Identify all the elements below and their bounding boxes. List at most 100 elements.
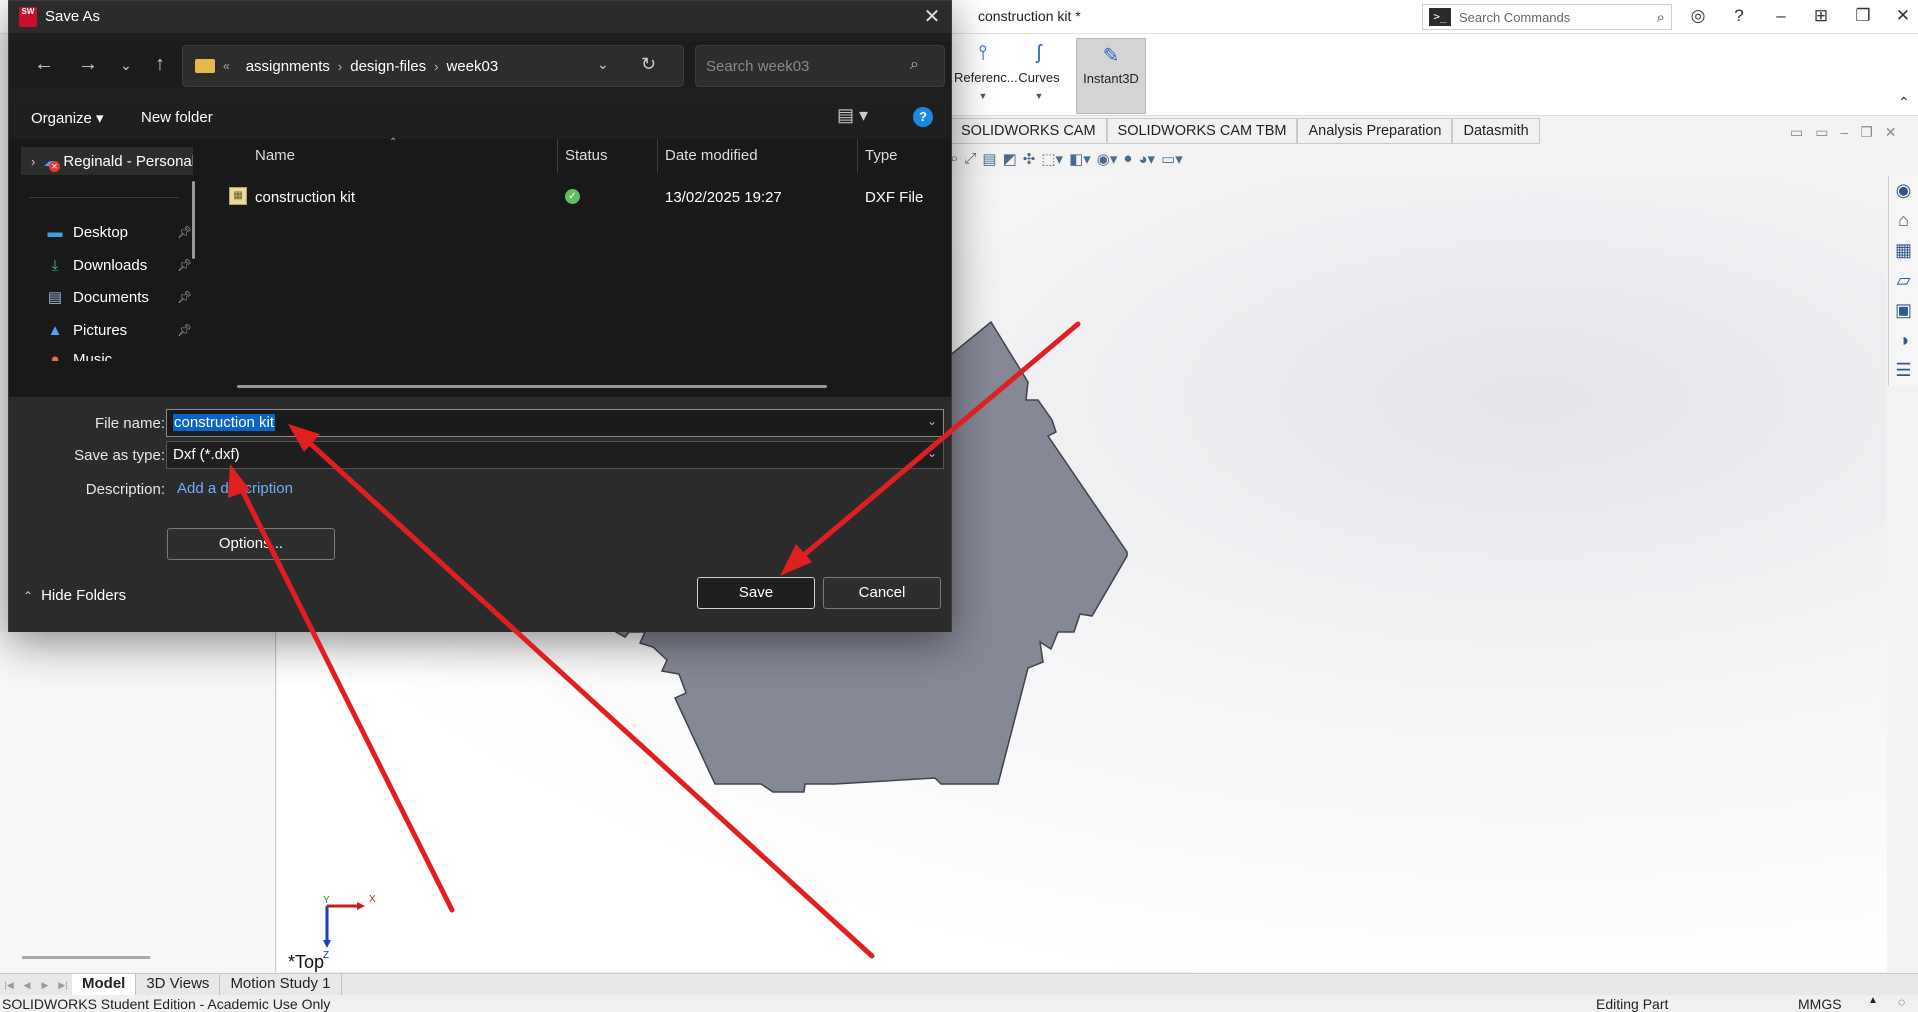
search-icon[interactable]: ⌕: [910, 56, 919, 74]
up-folder-arrow-icon[interactable]: ↑: [147, 53, 173, 76]
dialog-titlebar[interactable]: SW Save As ✕: [9, 1, 951, 33]
curves-button[interactable]: ʃ Curves ▼: [1016, 38, 1062, 114]
hide-folders-button[interactable]: ⌃ Hide Folders: [23, 587, 126, 604]
pin-icon[interactable]: 📌︎: [177, 258, 192, 272]
command-search-box[interactable]: >_ Search Commands ⌕: [1422, 4, 1672, 30]
view-settings-icon[interactable]: ▭▾: [1161, 150, 1183, 172]
chevron-down-icon[interactable]: ⌄: [927, 414, 937, 428]
file-name-value[interactable]: construction kit: [173, 414, 276, 431]
nav-item-music[interactable]: ● Music: [45, 351, 112, 361]
column-header-status[interactable]: Status: [565, 147, 608, 164]
save-as-type-select[interactable]: Dxf (*.dxf) ⌄: [166, 441, 944, 469]
collapse-ribbon-icon[interactable]: ⌃: [1898, 94, 1910, 111]
back-arrow-icon[interactable]: ←: [31, 53, 57, 76]
dynamic-annotation-icon[interactable]: ✣: [1023, 150, 1036, 172]
minimize-button[interactable]: –: [1768, 6, 1794, 26]
unit-caret-icon[interactable]: ▲: [1868, 995, 1878, 1006]
organize-menu-button[interactable]: Organize ▾: [31, 109, 104, 127]
chevron-down-icon[interactable]: ▼: [954, 91, 1012, 101]
refresh-icon[interactable]: ↻: [641, 54, 656, 75]
next-tab-icon[interactable]: ▶: [36, 975, 54, 995]
last-tab-icon[interactable]: ▶|: [54, 975, 72, 995]
recent-locations-chevron-icon[interactable]: ⌄: [113, 57, 139, 74]
column-divider[interactable]: [657, 139, 658, 173]
file-name-input[interactable]: construction kit ⌄: [166, 409, 944, 437]
file-row[interactable]: ▦ construction kit ✓ 13/02/2025 19:27 DX…: [205, 185, 951, 211]
pin-icon[interactable]: 📌︎: [177, 290, 192, 304]
help-icon[interactable]: ?: [913, 107, 933, 127]
zoom-area-icon[interactable]: ⤢: [964, 150, 976, 172]
display-style-icon[interactable]: ◧▾: [1069, 150, 1091, 172]
view-palette-icon[interactable]: ▣: [1895, 300, 1912, 324]
expand-chevron-icon[interactable]: ›: [31, 154, 35, 169]
tile-windows-icon[interactable]: ⊞: [1808, 6, 1834, 26]
folder-search-input[interactable]: Search week03 ⌕: [695, 45, 945, 87]
file-explorer-icon[interactable]: ▱: [1897, 270, 1911, 294]
nav-item-pictures[interactable]: ▲ Pictures 📌︎: [45, 319, 193, 341]
solidworks-resources-icon[interactable]: ◉: [1896, 180, 1912, 204]
breadcrumb-week03[interactable]: week03: [446, 58, 498, 75]
nav-item-onedrive[interactable]: › ☁ ✕ Reginald - Personal: [21, 147, 193, 175]
column-header-type[interactable]: Type: [865, 147, 898, 164]
view-orientation-icon[interactable]: ⬚▾: [1041, 150, 1063, 172]
restore-button[interactable]: ❐: [1850, 6, 1876, 26]
tab-analysis-preparation[interactable]: Analysis Preparation: [1297, 118, 1453, 144]
chevron-down-icon[interactable]: ▼: [1016, 91, 1062, 101]
address-dropdown-icon[interactable]: ⌄: [597, 56, 609, 73]
breadcrumb-overflow[interactable]: «: [223, 59, 230, 73]
bottom-tab-bar: |◀ ◀ ▶ ▶| Model 3D Views Motion Study 1: [0, 973, 1918, 995]
unit-system-selector[interactable]: MMGS: [1798, 996, 1842, 1012]
pin-icon[interactable]: 📌︎: [177, 225, 192, 239]
viewport-window-controls[interactable]: ▭▭–❐✕: [1790, 124, 1909, 141]
nav-item-desktop[interactable]: ▬ Desktop 📌︎: [45, 221, 193, 243]
tab-solidworks-cam-tbm[interactable]: SOLIDWORKS CAM TBM: [1106, 118, 1298, 144]
home-icon[interactable]: ⌂: [1898, 210, 1909, 234]
messages-icon[interactable]: ◌: [1898, 995, 1905, 1009]
feature-manager-scrollbar[interactable]: [22, 956, 150, 959]
cancel-button[interactable]: Cancel: [823, 577, 941, 609]
dialog-close-icon[interactable]: ✕: [919, 4, 945, 29]
column-header-date-modified[interactable]: Date modified: [665, 147, 758, 164]
hide-show-items-icon[interactable]: ◉▾: [1097, 150, 1118, 172]
breadcrumb-assignments[interactable]: assignments: [246, 58, 330, 75]
new-folder-button[interactable]: New folder: [141, 109, 213, 126]
tab-motion-study-1[interactable]: Motion Study 1: [220, 974, 342, 995]
tab-datasmith[interactable]: Datasmith: [1452, 118, 1540, 144]
change-view-icon[interactable]: ▤ ▾: [837, 105, 868, 126]
nav-item-downloads[interactable]: ⤓ Downloads 📌︎: [45, 254, 193, 276]
column-divider[interactable]: [857, 139, 858, 173]
nav-item-documents[interactable]: ▤ Documents 📌︎: [45, 286, 192, 308]
tab-model[interactable]: Model: [72, 974, 137, 995]
add-description-link[interactable]: Add a description: [177, 480, 293, 497]
breadcrumb-design-files[interactable]: design-files: [350, 58, 426, 75]
apply-scene-icon[interactable]: ◕▾: [1138, 150, 1155, 172]
address-bar[interactable]: « assignments › design-files › week03 ⌄ …: [182, 45, 684, 87]
navigation-pane-scrollbar[interactable]: [192, 181, 195, 259]
previous-tab-icon[interactable]: ◀: [18, 975, 36, 995]
options-button[interactable]: Options...: [167, 528, 335, 560]
help-icon[interactable]: ?: [1726, 6, 1752, 26]
tab-3d-views[interactable]: 3D Views: [136, 974, 221, 995]
previous-view-icon[interactable]: ▤: [982, 150, 996, 172]
column-header-name[interactable]: Name: [255, 147, 295, 164]
custom-properties-icon[interactable]: ☰: [1895, 360, 1911, 384]
column-divider[interactable]: [557, 139, 558, 173]
design-library-icon[interactable]: ▦: [1895, 240, 1912, 264]
save-button[interactable]: Save: [697, 577, 815, 609]
forward-arrow-icon[interactable]: →: [75, 53, 101, 76]
tab-solidworks-cam[interactable]: SOLIDWORKS CAM: [950, 118, 1107, 144]
close-button[interactable]: ✕: [1890, 6, 1916, 26]
reference-geometry-button[interactable]: ⫯ Referenc... ▼: [954, 38, 1018, 114]
edit-appearance-icon[interactable]: ●: [1123, 150, 1132, 172]
description-label: Description:: [85, 481, 165, 498]
chevron-down-icon[interactable]: ⌄: [927, 446, 937, 460]
command-search-placeholder[interactable]: Search Commands: [1459, 10, 1657, 25]
section-view-icon[interactable]: ◩: [1003, 150, 1017, 172]
account-icon[interactable]: ◎: [1685, 6, 1711, 26]
first-tab-icon[interactable]: |◀: [0, 975, 18, 995]
pin-icon[interactable]: 📌︎: [177, 323, 192, 337]
instant3d-button[interactable]: ✎ Instant3D: [1076, 38, 1146, 114]
appearances-icon[interactable]: ◑: [1898, 330, 1909, 354]
file-list-horizontal-scrollbar[interactable]: [237, 385, 827, 388]
search-icon[interactable]: ⌕: [1657, 9, 1665, 26]
